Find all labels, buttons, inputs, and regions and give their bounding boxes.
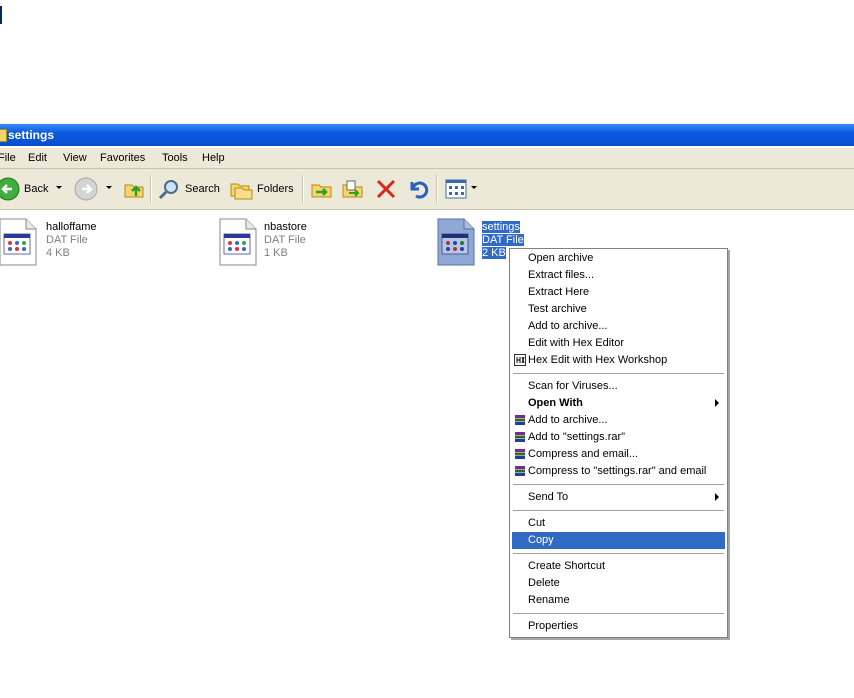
forward-arrow-icon xyxy=(74,177,98,201)
window-title: settings xyxy=(8,128,55,142)
undo-icon xyxy=(410,181,429,199)
move-to-folder-icon xyxy=(311,184,332,198)
menu-item-open-archive[interactable]: Open archive xyxy=(512,250,725,267)
toolbar: Back Search Folders xyxy=(0,169,854,210)
dat-file-icon xyxy=(0,218,37,266)
file-name: halloffame xyxy=(46,221,97,233)
folders-icon xyxy=(230,183,253,200)
winrar-icon xyxy=(515,415,525,425)
search-button[interactable]: Search xyxy=(157,175,220,203)
menu-item-extract-here[interactable]: Extract Here xyxy=(512,284,725,301)
menu-item-edit-with-hex-editor[interactable]: Edit with Hex Editor xyxy=(512,335,725,352)
menu-item-rename[interactable]: Rename xyxy=(512,592,725,609)
menu-separator xyxy=(513,373,724,374)
views-grid-icon xyxy=(445,179,467,199)
delete-button[interactable] xyxy=(374,175,398,203)
menu-item-compress-to-settings-rar-and-email[interactable]: Compress to "settings.rar" and email xyxy=(512,463,725,480)
menu-item-scan-for-viruses[interactable]: Scan for Viruses... xyxy=(512,378,725,395)
submenu-arrow-icon xyxy=(715,493,719,501)
winrar-icon xyxy=(515,449,525,459)
winrar-icon xyxy=(515,432,525,442)
forward-button[interactable] xyxy=(74,175,98,203)
back-arrow-icon xyxy=(0,177,20,201)
toolbar-separator xyxy=(436,175,438,203)
menu-item-create-shortcut[interactable]: Create Shortcut xyxy=(512,558,725,575)
hex-workshop-icon xyxy=(514,354,526,366)
toolbar-separator xyxy=(302,175,304,203)
views-button[interactable] xyxy=(444,175,468,203)
desktop-area xyxy=(0,0,854,124)
move-to-button[interactable] xyxy=(310,175,334,203)
submenu-arrow-icon xyxy=(715,399,719,407)
file-size: 4 KB xyxy=(46,247,70,259)
folder-icon xyxy=(0,129,7,142)
menu-item-cut[interactable]: Cut xyxy=(512,515,725,532)
menu-item-extract-files[interactable]: Extract files... xyxy=(512,267,725,284)
menu-item-hex-workshop[interactable]: Hex Edit with Hex Workshop xyxy=(512,352,725,369)
file-type: DAT File xyxy=(482,234,524,246)
menu-view[interactable]: View xyxy=(63,152,87,164)
context-menu: Open archive Extract files... Extract He… xyxy=(509,248,728,638)
window-edge xyxy=(0,6,2,24)
menu-item-compress-and-email[interactable]: Compress and email... xyxy=(512,446,725,463)
menu-edit[interactable]: Edit xyxy=(28,152,47,164)
winrar-icon xyxy=(515,466,525,476)
file-size: 2 KB xyxy=(482,247,506,259)
file-name: settings xyxy=(482,221,520,233)
menu-bar: File Edit View Favorites Tools Help xyxy=(0,148,854,169)
menu-favorites[interactable]: Favorites xyxy=(100,152,145,164)
undo-button[interactable] xyxy=(406,175,430,203)
menu-item-add-to-archive[interactable]: Add to archive... xyxy=(512,318,725,335)
menu-separator xyxy=(513,484,724,485)
menu-item-delete[interactable]: Delete xyxy=(512,575,725,592)
menu-item-test-archive[interactable]: Test archive xyxy=(512,301,725,318)
menu-help[interactable]: Help xyxy=(202,152,225,164)
up-folder-icon xyxy=(124,184,144,198)
menu-file[interactable]: File xyxy=(0,152,16,164)
menu-tools[interactable]: Tools xyxy=(162,152,188,164)
views-dropdown-icon[interactable] xyxy=(471,186,477,189)
menu-item-open-with[interactable]: Open With xyxy=(512,395,725,412)
dat-file-icon xyxy=(437,218,475,266)
file-name: nbastore xyxy=(264,221,307,233)
file-size: 1 KB xyxy=(264,247,288,259)
folders-label: Folders xyxy=(257,183,294,195)
folders-button[interactable]: Folders xyxy=(229,175,294,203)
menu-separator xyxy=(513,510,724,511)
copy-to-folder-icon xyxy=(342,180,363,198)
search-icon xyxy=(158,180,178,200)
copy-to-button[interactable] xyxy=(341,175,365,203)
menu-item-add-to-settings-rar[interactable]: Add to "settings.rar" xyxy=(512,429,725,446)
toolbar-separator xyxy=(150,175,152,203)
dat-file-icon xyxy=(219,218,257,266)
menu-item-copy[interactable]: Copy xyxy=(512,532,725,549)
file-type: DAT File xyxy=(264,234,306,246)
back-dropdown-icon[interactable] xyxy=(56,186,62,189)
forward-dropdown-icon[interactable] xyxy=(106,186,112,189)
up-folder-button[interactable] xyxy=(122,175,146,203)
menu-item-properties[interactable]: Properties xyxy=(512,618,725,635)
title-bar[interactable]: settings xyxy=(0,124,854,146)
file-type: DAT File xyxy=(46,234,88,246)
search-label: Search xyxy=(185,183,220,195)
menu-separator xyxy=(513,613,724,614)
back-label: Back xyxy=(24,183,49,195)
back-button[interactable]: Back xyxy=(0,175,48,203)
menu-item-send-to[interactable]: Send To xyxy=(512,489,725,506)
menu-separator xyxy=(513,553,724,554)
delete-x-icon xyxy=(376,179,396,199)
menu-item-rar-add-to-archive[interactable]: Add to archive... xyxy=(512,412,725,429)
